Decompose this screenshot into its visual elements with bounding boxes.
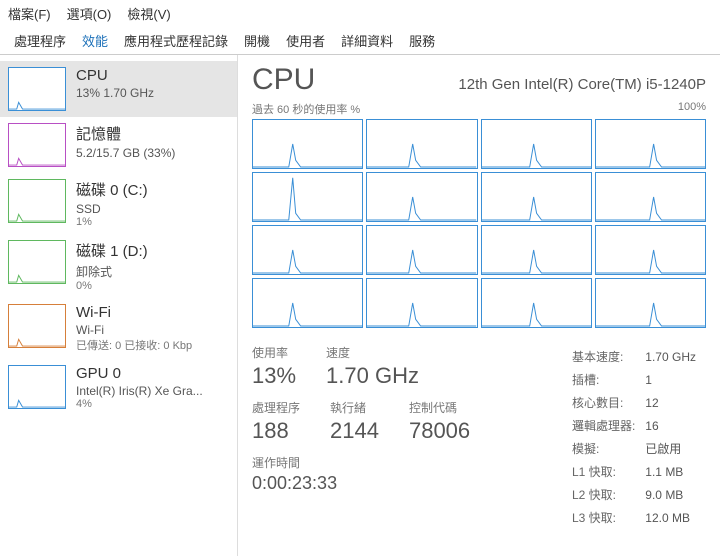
- thumbnail-graph: [8, 240, 66, 284]
- sidebar-sub: 5.2/15.7 GB (33%): [76, 146, 175, 160]
- detail-row: 插槽:1: [572, 369, 704, 390]
- tab-服務[interactable]: 服務: [401, 27, 443, 54]
- cpu-details-table: 基本速度:1.70 GHz插槽:1核心數目:12邏輯處理器:16模擬:已啟用L1…: [570, 344, 706, 530]
- sidebar-item-4[interactable]: Wi-FiWi-Fi已傳送: 0 已接收: 0 Kbp: [0, 298, 237, 359]
- tab-效能[interactable]: 效能: [74, 27, 116, 54]
- core-graph-3: [595, 119, 706, 169]
- sidebar-sub2: 0%: [76, 280, 148, 292]
- core-graph-2: [481, 119, 592, 169]
- sidebar-sub: 13% 1.70 GHz: [76, 86, 154, 100]
- detail-row: L3 快取:12.0 MB: [572, 507, 704, 528]
- tab-應用程式歷程記錄[interactable]: 應用程式歷程記錄: [116, 27, 236, 54]
- sidebar: CPU 13% 1.70 GHz 記憶體 5.2/15.7 GB (33%) 磁碟 0 …: [0, 55, 238, 556]
- core-graph-4: [252, 172, 363, 222]
- sidebar-item-3[interactable]: 磁碟 1 (D:) 卸除式0%: [0, 234, 237, 298]
- core-graph-7: [595, 172, 706, 222]
- sidebar-title: GPU 0: [76, 365, 203, 382]
- sidebar-item-2[interactable]: 磁碟 0 (C:) SSD1%: [0, 173, 237, 234]
- cpu-core-grid[interactable]: [252, 119, 706, 328]
- sidebar-sub: 卸除式: [76, 263, 148, 280]
- sidebar-title: Wi-Fi: [76, 304, 192, 321]
- detail-row: L2 快取:9.0 MB: [572, 484, 704, 505]
- stat-processes: 處理程序 188: [252, 399, 300, 444]
- detail-row: 邏輯處理器:16: [572, 415, 704, 436]
- sidebar-title: 磁碟 0 (C:): [76, 179, 148, 200]
- stat-handles: 控制代碼 78006: [409, 399, 470, 444]
- page-title: CPU: [252, 63, 315, 97]
- sidebar-item-1[interactable]: 記憶體 5.2/15.7 GB (33%): [0, 117, 237, 173]
- sidebar-item-0[interactable]: CPU 13% 1.70 GHz: [0, 61, 237, 117]
- stat-uptime: 運作時間 0:00:23:33: [252, 454, 530, 494]
- thumbnail-graph: [8, 123, 66, 167]
- detail-row: 核心數目:12: [572, 392, 704, 413]
- tab-處理程序[interactable]: 處理程序: [6, 27, 74, 54]
- thumbnail-graph: [8, 304, 66, 348]
- core-graph-11: [595, 225, 706, 275]
- core-graph-12: [252, 278, 363, 328]
- graph-label-right: 100%: [678, 101, 706, 117]
- tab-詳細資料[interactable]: 詳細資料: [333, 27, 401, 54]
- sidebar-title: 記憶體: [76, 123, 175, 144]
- cpu-model: 12th Gen Intel(R) Core(TM) i5-1240P: [458, 76, 706, 93]
- sidebar-sub2: 已傳送: 0 已接收: 0 Kbp: [76, 337, 192, 353]
- menu-item[interactable]: 選項(O): [67, 4, 112, 23]
- stat-speed: 速度 1.70 GHz: [326, 344, 419, 389]
- core-graph-14: [481, 278, 592, 328]
- thumbnail-graph: [8, 179, 66, 223]
- core-graph-8: [252, 225, 363, 275]
- core-graph-10: [481, 225, 592, 275]
- graph-label-left: 過去 60 秒的使用率 %: [252, 101, 360, 117]
- sidebar-title: 磁碟 1 (D:): [76, 240, 148, 261]
- core-graph-15: [595, 278, 706, 328]
- thumbnail-graph: [8, 67, 66, 111]
- sidebar-sub2: 4%: [76, 398, 203, 410]
- thumbnail-graph: [8, 365, 66, 409]
- detail-row: 基本速度:1.70 GHz: [572, 346, 704, 367]
- sidebar-sub: SSD: [76, 202, 148, 216]
- core-graph-5: [366, 172, 477, 222]
- sidebar-sub: Intel(R) Iris(R) Xe Gra...: [76, 384, 203, 398]
- core-graph-13: [366, 278, 477, 328]
- core-graph-6: [481, 172, 592, 222]
- core-graph-1: [366, 119, 477, 169]
- menubar: 檔案(F) 選項(O) 檢視(V): [0, 0, 720, 27]
- detail-row: 模擬:已啟用: [572, 438, 704, 459]
- cpu-detail-pane: CPU 12th Gen Intel(R) Core(TM) i5-1240P …: [238, 55, 720, 556]
- sidebar-title: CPU: [76, 67, 154, 84]
- menu-item[interactable]: 檢視(V): [127, 4, 170, 23]
- tab-使用者[interactable]: 使用者: [278, 27, 333, 54]
- menu-item[interactable]: 檔案(F): [8, 4, 51, 23]
- stat-threads: 執行緒 2144: [330, 399, 379, 444]
- core-graph-9: [366, 225, 477, 275]
- sidebar-sub: Wi-Fi: [76, 323, 192, 337]
- core-graph-0: [252, 119, 363, 169]
- sidebar-item-5[interactable]: GPU 0 Intel(R) Iris(R) Xe Gra...4%: [0, 359, 237, 416]
- stat-usage: 使用率 13%: [252, 344, 296, 389]
- tab-開機[interactable]: 開機: [236, 27, 278, 54]
- tabs: 處理程序效能應用程式歷程記錄開機使用者詳細資料服務: [0, 27, 720, 55]
- sidebar-sub2: 1%: [76, 216, 148, 228]
- detail-row: L1 快取:1.1 MB: [572, 461, 704, 482]
